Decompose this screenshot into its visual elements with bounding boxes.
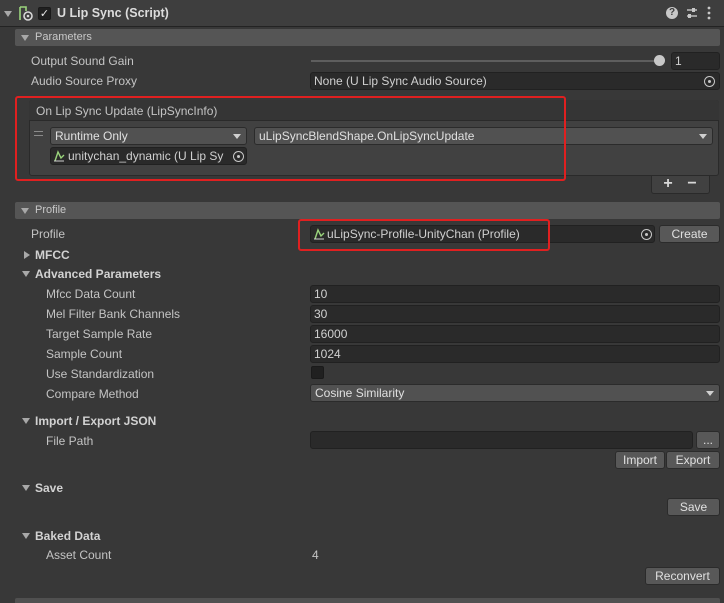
baked-data-foldout-arrow[interactable] xyxy=(22,533,30,539)
parameters-section-label: Parameters xyxy=(35,31,92,43)
compare-method-dropdown[interactable]: Cosine Similarity xyxy=(310,384,720,402)
mfcc-data-count-field[interactable]: 10 xyxy=(310,285,720,303)
sliders-icon[interactable] xyxy=(685,6,699,20)
advanced-foldout-arrow[interactable] xyxy=(22,271,30,277)
profile-label: Profile xyxy=(31,227,66,241)
mel-filter-bank-channels-field[interactable]: 30 xyxy=(310,305,720,323)
profile-foldout-arrow[interactable] xyxy=(21,208,29,214)
question-circle-icon[interactable]: ? xyxy=(666,7,678,19)
baked-data-header[interactable]: Baked Data xyxy=(35,529,100,543)
save-header[interactable]: Save xyxy=(35,481,63,495)
advanced-parameters-label[interactable]: Advanced Parameters xyxy=(35,267,161,281)
parameters-section-header[interactable]: Parameters xyxy=(15,29,720,46)
save-foldout-arrow[interactable] xyxy=(22,485,30,491)
sample-count-label: Sample Count xyxy=(46,347,123,361)
component-enabled-checkbox[interactable]: ✓ xyxy=(38,7,51,20)
vertical-dots-icon[interactable] xyxy=(706,6,712,20)
mel-filter-bank-channels-label: Mel Filter Bank Channels xyxy=(46,307,181,321)
save-button[interactable]: Save xyxy=(667,498,720,516)
use-standardization-checkbox[interactable] xyxy=(311,366,324,379)
export-button[interactable]: Export xyxy=(666,451,720,469)
add-button[interactable]: + xyxy=(661,175,675,193)
profile-section-header[interactable]: Profile xyxy=(15,202,720,219)
compare-method-label: Compare Method xyxy=(46,387,139,401)
output-sound-gain-label: Output Sound Gain xyxy=(31,54,134,68)
reconvert-button[interactable]: Reconvert xyxy=(645,567,720,585)
bottom-divider xyxy=(15,598,720,603)
audio-source-proxy-value: None (U Lip Sync Audio Source) xyxy=(314,74,487,88)
output-sound-gain-input[interactable]: 1 xyxy=(671,52,720,70)
list-footer xyxy=(651,176,710,194)
sample-count-field[interactable]: 1024 xyxy=(310,345,720,363)
object-picker-icon[interactable] xyxy=(641,229,652,240)
compare-method-value: Cosine Similarity xyxy=(315,386,405,400)
audio-source-proxy-field[interactable]: None (U Lip Sync Audio Source) xyxy=(310,72,720,90)
mfcc-label[interactable]: MFCC xyxy=(35,248,70,262)
event-highlight-box xyxy=(15,96,566,181)
script-icon xyxy=(17,5,34,22)
use-standardization-label: Use Standardization xyxy=(46,367,155,381)
file-path-input[interactable] xyxy=(310,431,693,449)
audio-source-proxy-label: Audio Source Proxy xyxy=(31,74,138,88)
asset-count-label: Asset Count xyxy=(46,548,112,562)
parameters-foldout-arrow[interactable] xyxy=(21,35,29,41)
target-sample-rate-field[interactable]: 16000 xyxy=(310,325,720,343)
mfcc-foldout-arrow[interactable] xyxy=(24,251,30,259)
chevron-down-icon xyxy=(706,391,714,396)
output-sound-gain-slider-thumb[interactable] xyxy=(654,55,665,66)
component-foldout-arrow[interactable] xyxy=(4,11,12,17)
mfcc-data-count-label: Mfcc Data Count xyxy=(46,287,136,301)
profile-section-label: Profile xyxy=(35,204,67,216)
remove-button[interactable]: − xyxy=(685,175,699,193)
component-title: U Lip Sync (Script) xyxy=(57,6,169,20)
import-button[interactable]: Import xyxy=(615,451,665,469)
component-header: ✓ U Lip Sync (Script) ? xyxy=(0,0,724,27)
file-path-label: File Path xyxy=(46,434,94,448)
output-sound-gain-slider[interactable] xyxy=(311,60,661,62)
object-picker-icon[interactable] xyxy=(704,76,715,87)
browse-button[interactable]: ... xyxy=(696,431,720,449)
import-export-header[interactable]: Import / Export JSON xyxy=(35,414,156,428)
asset-count-value: 4 xyxy=(312,548,319,562)
import-export-foldout-arrow[interactable] xyxy=(22,418,30,424)
chevron-down-icon xyxy=(699,134,707,139)
target-sample-rate-label: Target Sample Rate xyxy=(46,327,153,341)
create-button[interactable]: Create xyxy=(659,225,720,243)
profile-highlight-box xyxy=(298,219,550,251)
